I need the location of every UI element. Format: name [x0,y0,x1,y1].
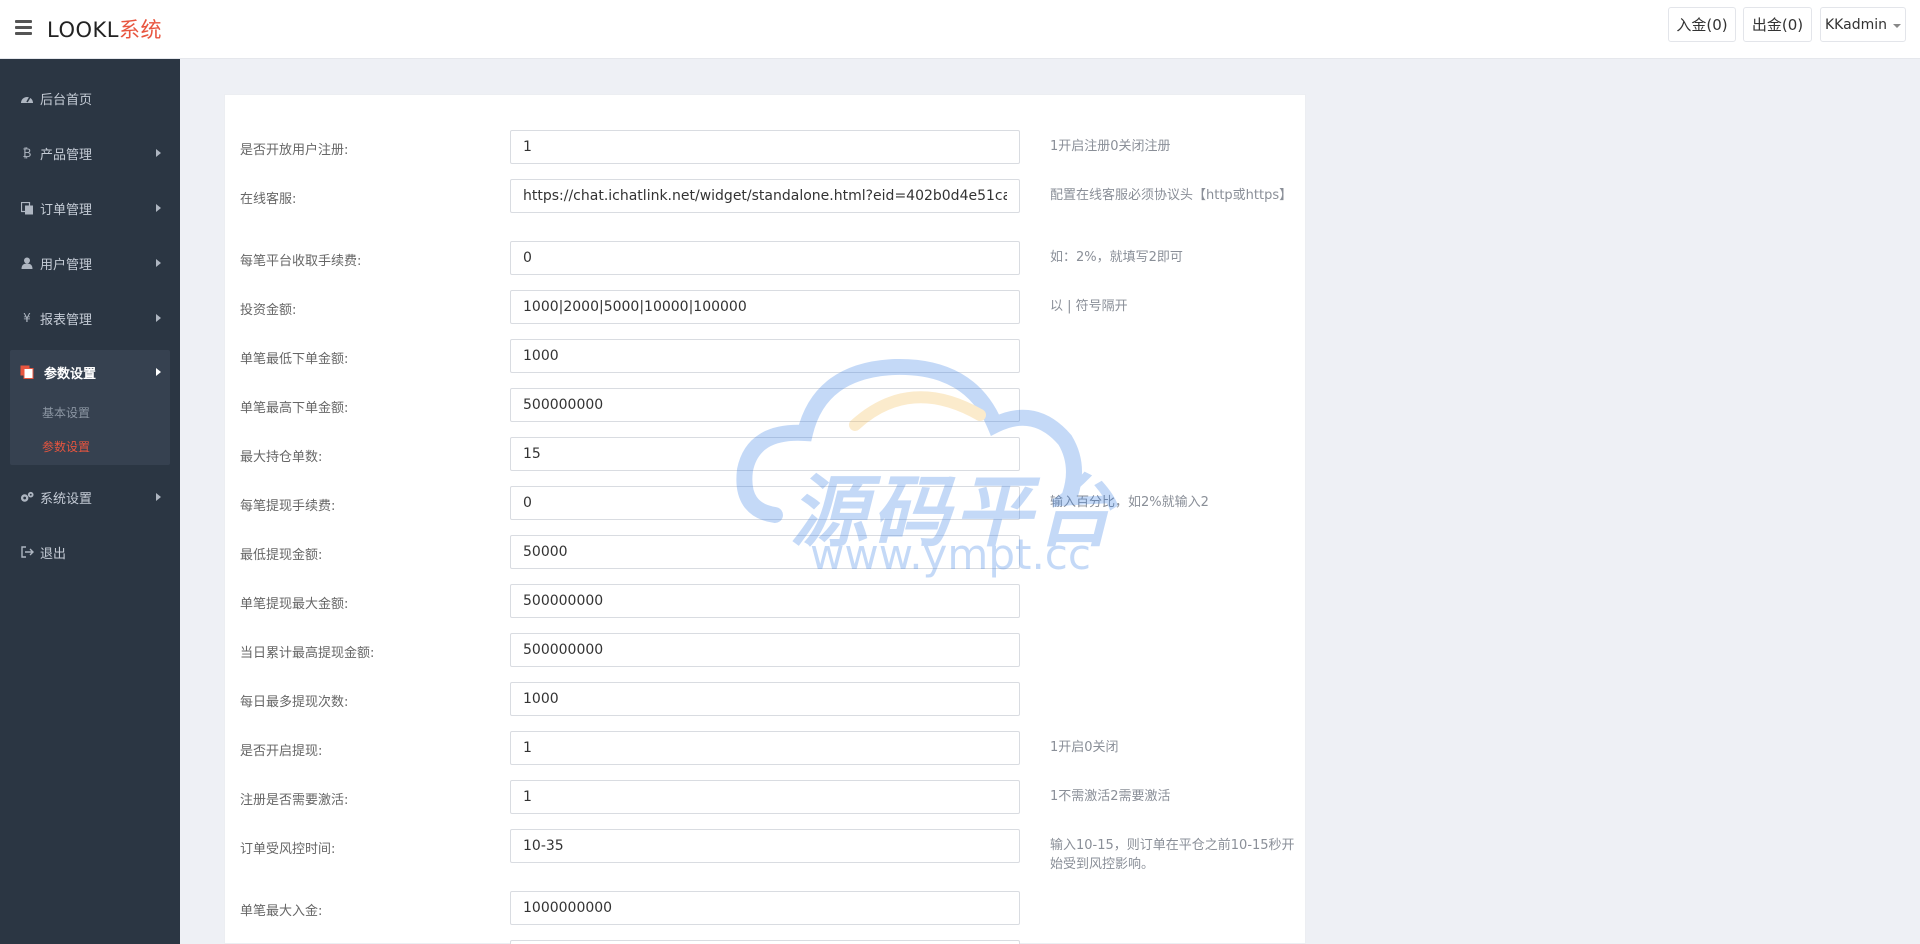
field-label: 单笔最高下单金额: [240,401,349,416]
sign-out-icon [20,545,34,559]
field-label: 订单受风控时间: [240,842,336,857]
sidebar-item-label: 报表管理 [40,312,93,328]
chevron-right-icon [156,493,161,501]
sidebar-item-dashboard[interactable]: 后台首页 [0,78,180,118]
activation-required-input[interactable] [510,780,1020,814]
registration-open-input[interactable] [510,130,1020,164]
brand-accent: 系统 [118,18,162,42]
field-label: 单笔提现最大金额: [240,597,349,612]
field-label: 每笔提现手续费: [240,499,336,514]
sidebar-item-label: 订单管理 [40,202,93,218]
field-label: 最低提现金额: [240,548,323,563]
sidebar-item-system[interactable]: 系统设置 [0,477,180,517]
daily-withdraw-total-input[interactable] [510,633,1020,667]
risk-control-time-input[interactable] [510,829,1020,863]
sidebar-item-params[interactable]: 参数设置 [10,350,170,394]
max-positions-input[interactable] [510,437,1020,471]
yen-icon: ¥ [23,311,31,325]
field-label: 单笔最低下单金额: [240,352,349,367]
field-label: 注册是否需要激活: [240,793,349,808]
field-label: 在线客服: [240,192,297,207]
field-label: 是否开启提现: [240,744,323,759]
sidebar-item-label: 系统设置 [40,491,93,507]
sidebar-item-orders[interactable]: 订单管理 [0,188,180,228]
user-dropdown[interactable]: KKadmin [1820,7,1906,42]
min-withdraw-input[interactable] [510,535,1020,569]
invest-amount-input[interactable] [510,290,1020,324]
sidebar-group-params: 参数设置 基本设置 参数设置 [10,350,170,465]
max-withdraw-input[interactable] [510,584,1020,618]
sidebar-item-users[interactable]: 用户管理 [0,243,180,283]
user-icon [20,256,34,270]
field-label: 当日累计最高提现金额: [240,646,375,661]
min-order-amount-input[interactable] [510,339,1020,373]
max-deposit-input[interactable] [510,891,1020,925]
chevron-right-icon [156,259,161,267]
chevron-down-icon [1892,23,1901,28]
settings-form-card: 是否开放用户注册: 1开启注册0关闭注册 在线客服: 配置在线客服必须协议头【h… [224,94,1306,944]
platform-fee-input[interactable] [510,241,1020,275]
field-help: 配置在线客服必须协议头【http或https】 [1050,188,1293,203]
chevron-right-icon [156,314,161,322]
top-header: LOOKL系统 入金(0) 出金(0) KKadmin [0,0,1920,59]
copy-icon [20,201,34,215]
field-help: 1开启注册0关闭注册 [1050,139,1171,154]
chevron-right-icon [156,149,161,157]
chevron-right-icon [156,368,161,376]
sidebar-item-label: 后台首页 [40,92,93,108]
gears-icon [20,490,34,504]
field-help: 输入百分比，如2%就输入2 [1050,495,1209,510]
field-label: 投资金额: [240,303,297,318]
field-label: 每日最多提现次数: [240,695,349,710]
sidebar-item-logout[interactable]: 退出 [0,532,180,572]
sidebar-item-label: 参数设置 [44,366,97,382]
sidebar-item-label: 用户管理 [40,257,93,273]
sidebar-item-products[interactable]: ₿ 产品管理 [0,133,180,173]
field-label: 最大持仓单数: [240,450,323,465]
field-label: 单笔最大入金: [240,904,323,919]
chevron-right-icon [156,204,161,212]
sidebar-item-label: 退出 [40,546,67,562]
sidebar-subitem-basic[interactable]: 基本设置 [42,404,90,421]
field-help: 1不需激活2需要激活 [1050,789,1171,804]
withdraw-button[interactable]: 出金(0) [1743,7,1812,42]
sidebar-subitem-params[interactable]: 参数设置 [42,438,90,455]
brand-main: LOOKL [47,18,119,42]
bitcoin-icon: ₿ [22,146,32,160]
sidebar-item-reports[interactable]: ¥ 报表管理 [0,298,180,338]
next-field-input[interactable] [510,940,1020,944]
field-help: 如：2%，就填写2即可 [1050,250,1183,265]
dashboard-icon [20,91,34,105]
brand-logo[interactable]: LOOKL系统 [47,14,162,44]
withdraw-fee-input[interactable] [510,486,1020,520]
field-help: 输入10-15，则订单在平仓之前10-15秒开始受到风控影响。 [1050,838,1295,872]
sidebar: 后台首页 ₿ 产品管理 订单管理 用户管理 ¥ 报表管理 参数设置 基本设置 参… [0,59,180,944]
online-service-url-input[interactable] [510,179,1020,213]
sidebar-item-label: 产品管理 [40,147,93,163]
field-label: 是否开放用户注册: [240,143,349,158]
field-help: 以 | 符号隔开 [1050,299,1128,314]
field-help: 1开启0关闭 [1050,740,1119,755]
withdraw-enabled-input[interactable] [510,731,1020,765]
daily-withdraw-count-input[interactable] [510,682,1020,716]
max-order-amount-input[interactable] [510,388,1020,422]
files-icon [20,365,34,379]
user-name: KKadmin [1825,16,1887,33]
deposit-button[interactable]: 入金(0) [1668,7,1736,42]
field-label: 每笔平台收取手续费: [240,254,362,269]
menu-toggle-icon[interactable] [15,20,32,35]
